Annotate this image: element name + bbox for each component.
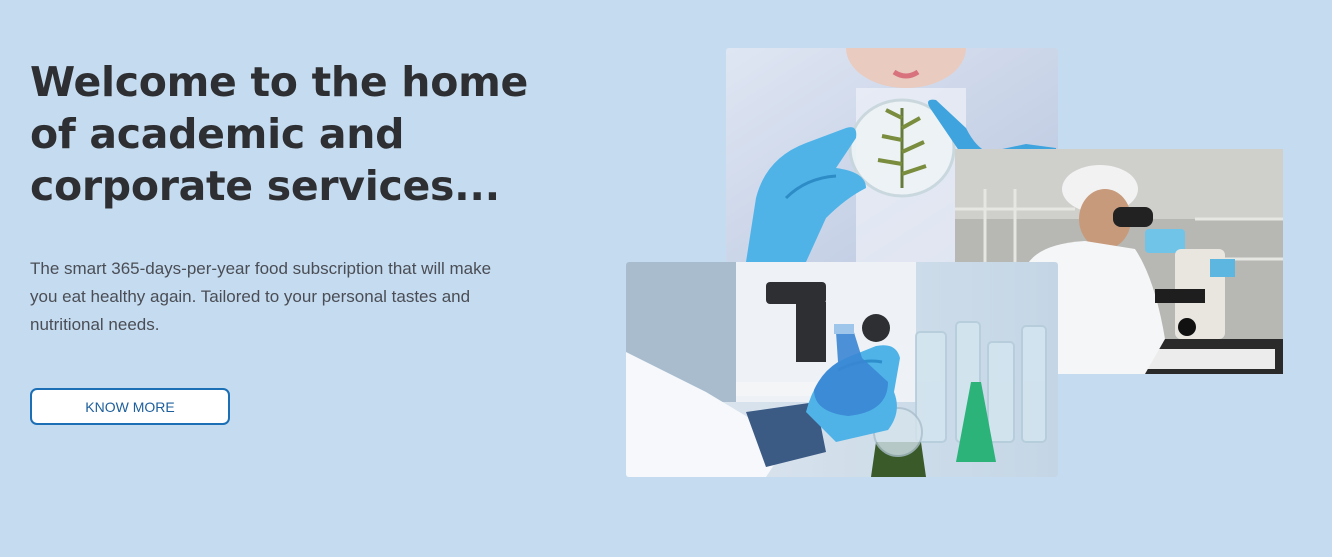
know-more-button[interactable]: KNOW MORE xyxy=(30,388,230,425)
hero-section: Welcome to the home of academic and corp… xyxy=(0,0,1332,557)
hero-lead-text: The smart 365-days-per-year food subscri… xyxy=(30,259,492,334)
flask-photo xyxy=(626,262,1058,477)
hero-headline: Welcome to the home of academic and corp… xyxy=(30,58,528,210)
